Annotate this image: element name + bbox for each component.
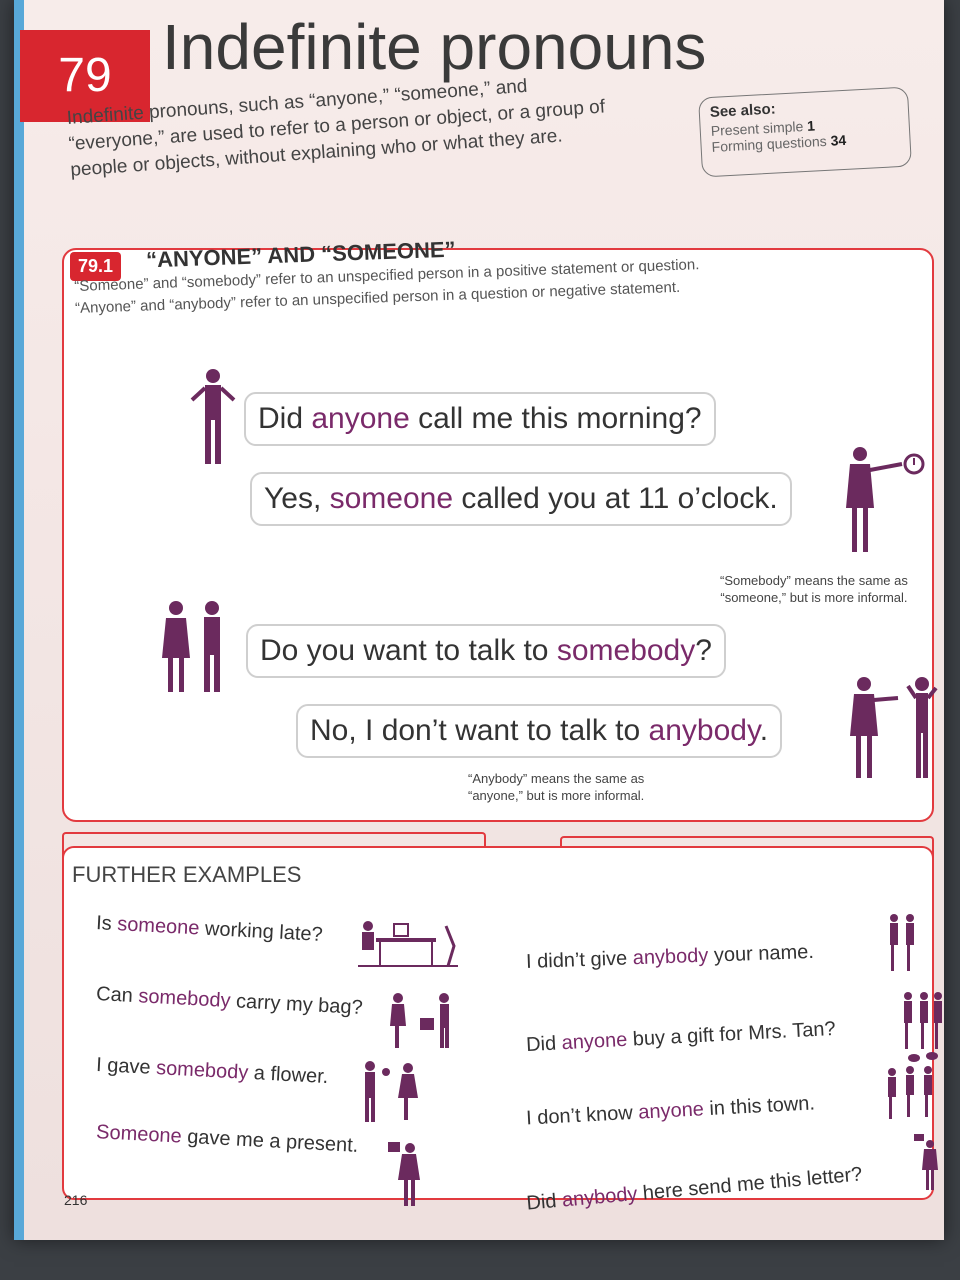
- speech-bubble: Yes, someone called you at 11 o’clock.: [250, 472, 792, 526]
- page-spine: [14, 0, 24, 1240]
- annotation-note: “Somebody” means the same as “someone,” b…: [720, 573, 908, 605]
- crowd-talking-icon: [884, 1052, 940, 1122]
- person-shrug-icon: [188, 368, 238, 468]
- see-also-box: See also: Present simple 1 Forming quest…: [698, 86, 912, 178]
- person-with-letter-icon: [912, 1132, 940, 1192]
- speech-bubble: Did anyone call me this morning?: [244, 392, 716, 446]
- people-carrying-bag-icon: [386, 992, 456, 1052]
- annotation-note: “Anybody” means the same as “anyone,” but…: [468, 771, 645, 803]
- two-people-icon: [886, 912, 920, 976]
- group-people-icon: [900, 990, 946, 1054]
- person-pointing-clock-icon: [840, 446, 930, 556]
- page-number: 216: [64, 1192, 88, 1208]
- person-with-present-icon: [384, 1140, 424, 1210]
- giving-flower-icon: [362, 1060, 422, 1126]
- speech-bubble: Do you want to talk to somebody?: [246, 624, 726, 678]
- office-workers-icon: [354, 918, 464, 968]
- two-people-icon: [160, 600, 230, 695]
- speech-bubble: No, I don’t want to talk to anybody.: [296, 704, 783, 758]
- further-examples-title: FURTHER EXAMPLES: [72, 862, 302, 887]
- two-people-gesturing-icon: [846, 676, 942, 782]
